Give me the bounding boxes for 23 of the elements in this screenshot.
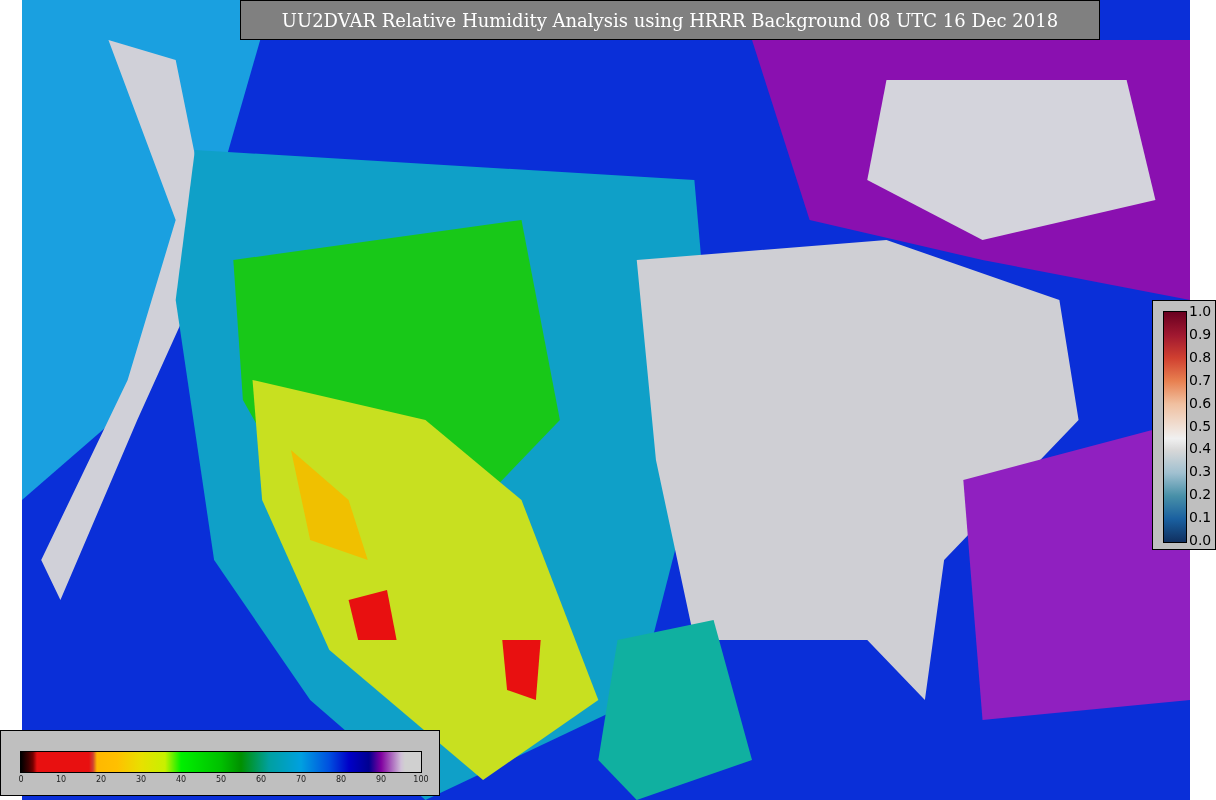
tick-label: 20 (95, 775, 107, 784)
tick-label: 0.1 (1189, 509, 1212, 526)
tick-label: 1.0 (1189, 303, 1212, 319)
tick-label: 0.3 (1189, 463, 1212, 480)
tick-label: 100 (413, 775, 429, 784)
tick-label: 0.5 (1189, 417, 1212, 434)
tick-label: 70 (295, 775, 307, 784)
tick-label: 40 (175, 775, 187, 784)
tick-label: 0.9 (1189, 325, 1212, 342)
tick-label: 0.6 (1189, 394, 1212, 411)
tick-label: 30 (135, 775, 147, 784)
tick-label: 0.4 (1189, 440, 1212, 457)
tick-label: 90 (375, 775, 387, 784)
tick-label: 60 (255, 775, 267, 784)
tick-label: 0.8 (1189, 348, 1212, 365)
tick-label: 0.0 (1189, 532, 1212, 548)
tick-label: 10 (55, 775, 67, 784)
tick-label: 80 (335, 775, 347, 784)
map-title: UU2DVAR Relative Humidity Analysis using HRRR Background 08 UTC 16 Dec 2018 (240, 0, 1100, 40)
tick-label: 0.7 (1189, 371, 1212, 388)
tick-label: 0.2 (1189, 486, 1212, 503)
tick-label: 50 (215, 775, 227, 784)
tick-label: 0 (18, 775, 24, 784)
